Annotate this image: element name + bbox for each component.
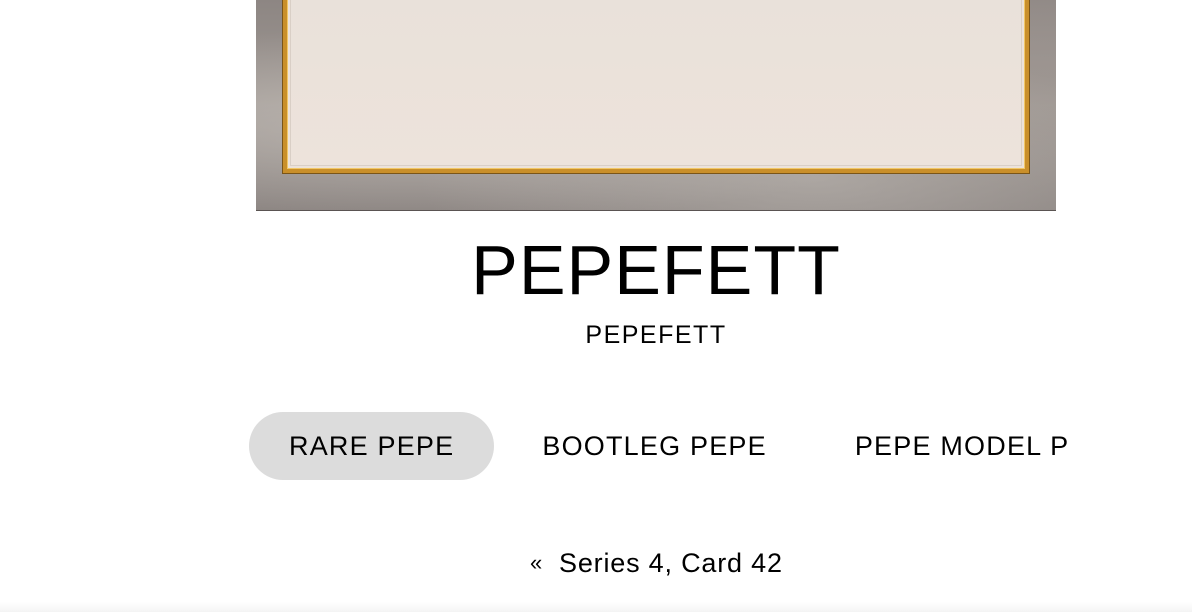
double-chevron-left-icon[interactable]: « xyxy=(530,550,543,576)
card-gold-border xyxy=(283,0,1029,173)
card-title: PEPEFETT xyxy=(471,231,841,309)
card-subtitle: PEPEFETT xyxy=(585,321,727,349)
tab-bootleg-pepe[interactable]: BOOTLEG PEPE xyxy=(502,412,806,480)
card-art-area xyxy=(290,0,1022,166)
category-tabs: RARE PEPE BOOTLEG PEPE PEPE MODEL P xyxy=(249,412,1109,480)
series-card-label[interactable]: Series 4, Card 42 xyxy=(559,548,783,579)
card-image xyxy=(256,0,1056,211)
series-nav: « Series 4, Card 42 xyxy=(530,544,783,582)
tab-pepe-model[interactable]: PEPE MODEL P xyxy=(815,412,1109,480)
bottom-fade xyxy=(0,602,1192,612)
tab-rare-pepe[interactable]: RARE PEPE xyxy=(249,412,495,480)
card-detail-page: PEPEFETT PEPEFETT RARE PEPE BOOTLEG PEPE… xyxy=(0,0,1192,612)
